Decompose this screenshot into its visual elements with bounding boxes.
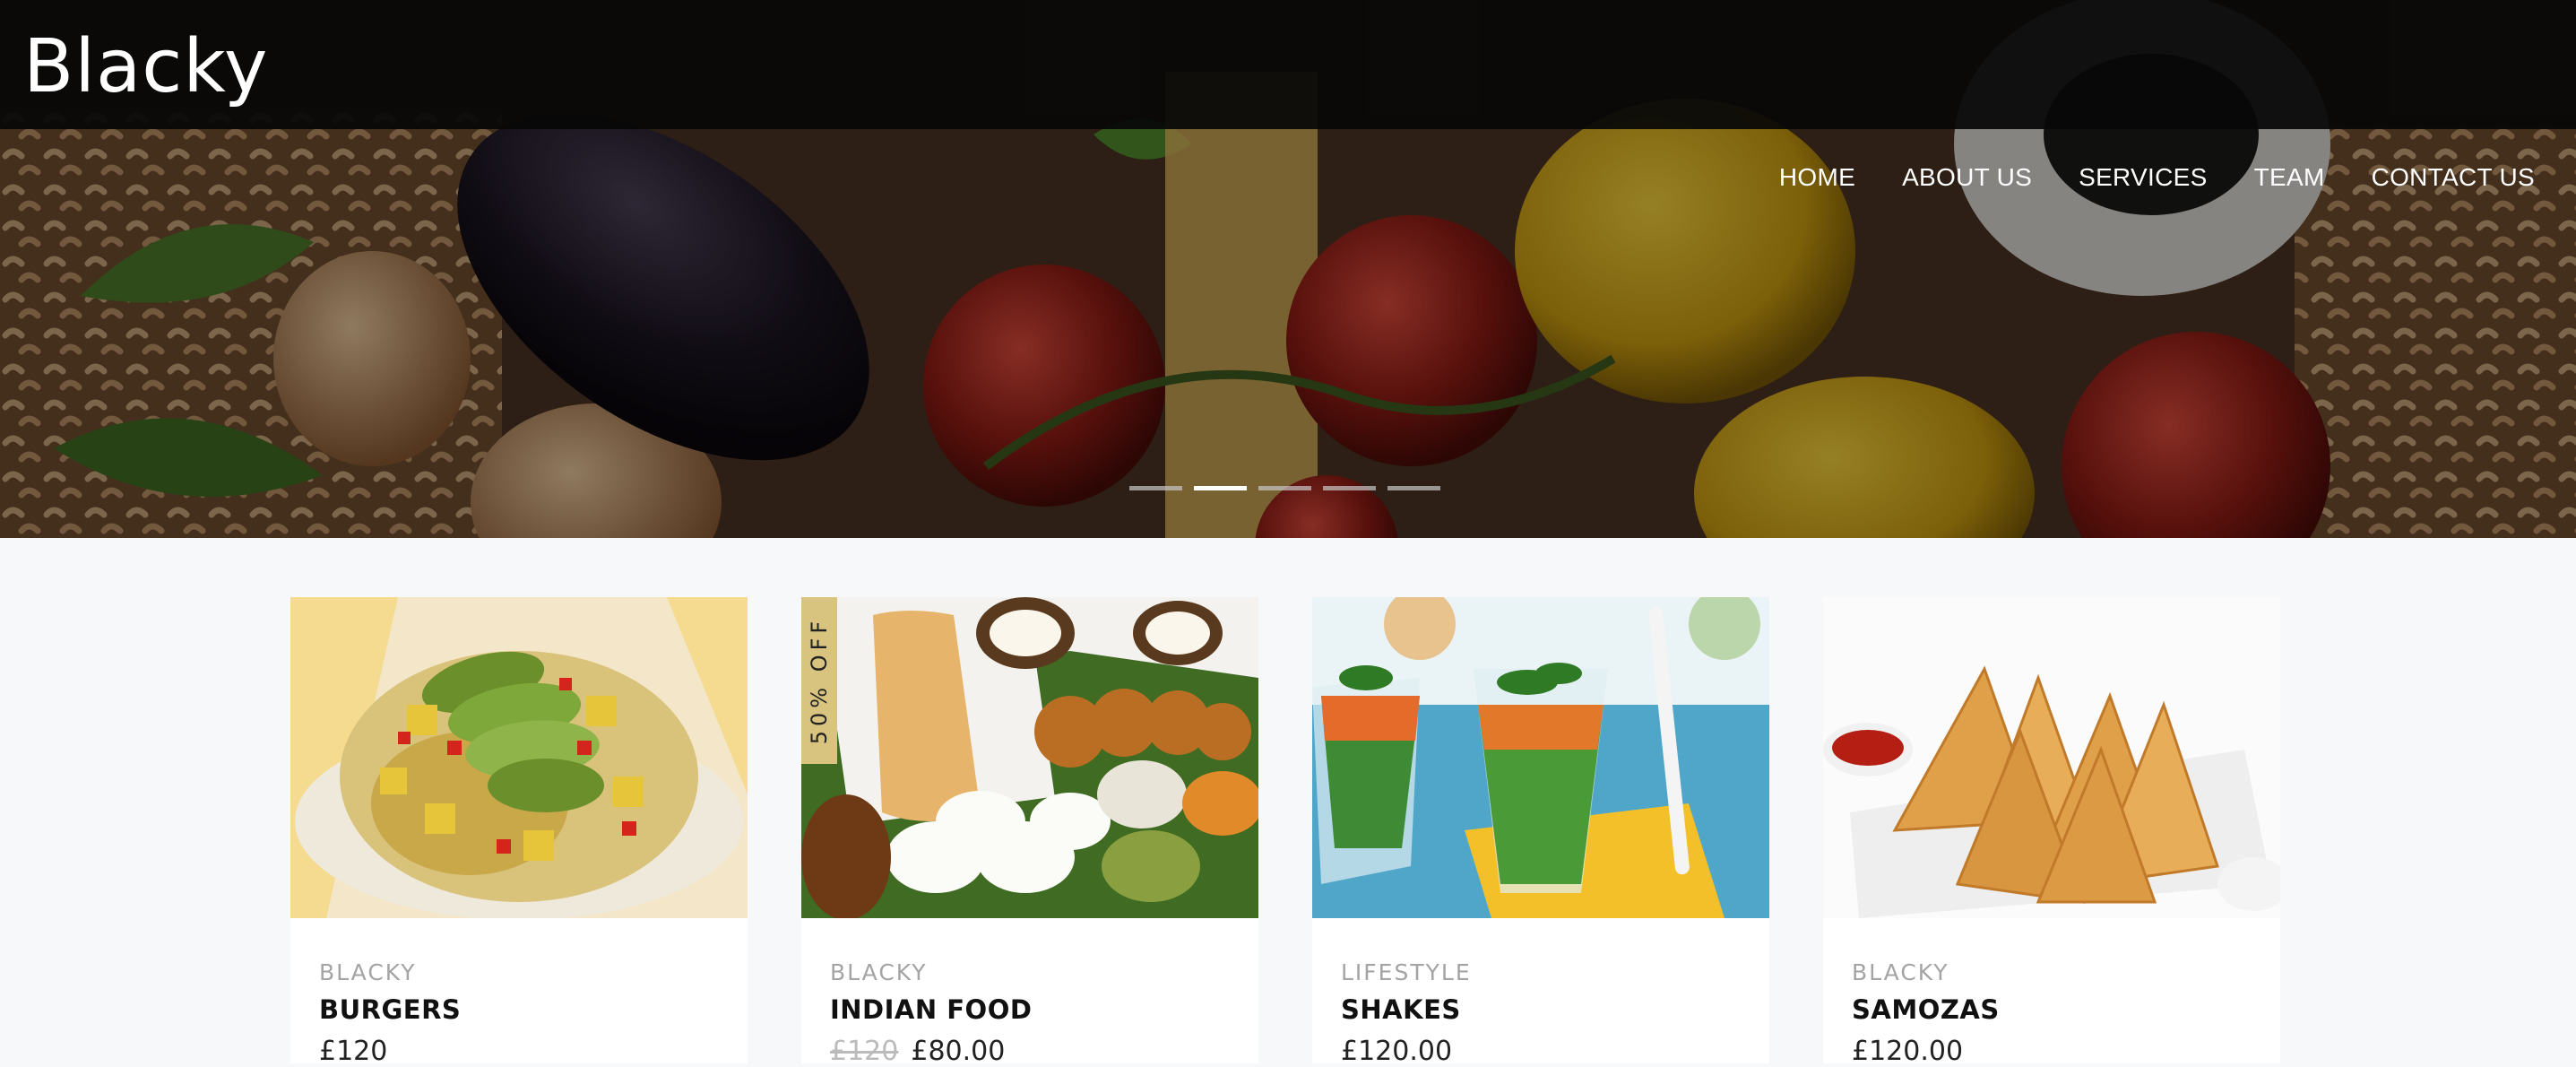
- card-price: £120.00: [1852, 1036, 2252, 1067]
- card-category: BLACKY: [830, 959, 928, 985]
- current-price: £80.00: [911, 1036, 1006, 1067]
- card-category: BLACKY: [319, 959, 417, 985]
- slider-dot-4[interactable]: [1323, 486, 1376, 490]
- card-price: £120 £80.00: [830, 1036, 1230, 1067]
- product-card-burgers[interactable]: BLACKY BURGERS £120: [290, 597, 748, 1067]
- current-price: £120.00: [1341, 1036, 1453, 1067]
- nav-services-link[interactable]: SERVICES: [2079, 163, 2208, 192]
- slider-dot-5[interactable]: [1387, 486, 1440, 490]
- current-price: £120.00: [1852, 1036, 1964, 1067]
- card-price: £120.00: [1341, 1036, 1741, 1067]
- card-category: LIFESTYLE: [1341, 959, 1472, 985]
- discount-badge-text: 50% OFF: [807, 616, 833, 745]
- product-card-shakes[interactable]: LIFESTYLE SHAKES £120.00: [1312, 597, 1769, 1067]
- card-title[interactable]: BURGERS: [319, 994, 719, 1025]
- nav-contact-us-link[interactable]: CONTACT US: [2372, 163, 2535, 192]
- card-title[interactable]: INDIAN FOOD: [830, 994, 1230, 1025]
- current-price: £120: [319, 1036, 388, 1067]
- card-category: BLACKY: [1852, 959, 1949, 985]
- main-nav: HOME ABOUT US SERVICES TEAM CONTACT US: [1779, 163, 2535, 192]
- slider-dot-2[interactable]: [1194, 486, 1247, 490]
- slider-dot-1[interactable]: [1129, 486, 1182, 490]
- product-card-samozas[interactable]: BLACKY SAMOZAS £120.00: [1823, 597, 2280, 1067]
- card-title[interactable]: SAMOZAS: [1852, 994, 2252, 1025]
- samozas-image[interactable]: [1823, 597, 2280, 918]
- nav-home-link[interactable]: HOME: [1779, 163, 1855, 192]
- site-logo[interactable]: Blacky: [23, 30, 268, 104]
- nav-team-link[interactable]: TEAM: [2254, 163, 2325, 192]
- shakes-image[interactable]: [1312, 597, 1769, 918]
- nav-about-us-link[interactable]: ABOUT US: [1902, 163, 2032, 192]
- old-price: £120: [830, 1036, 899, 1067]
- card-title[interactable]: SHAKES: [1341, 994, 1741, 1025]
- top-bar: Blacky: [0, 0, 2576, 129]
- discount-badge: 50% OFF: [801, 597, 837, 764]
- card-price: £120: [319, 1036, 719, 1067]
- burgers-image[interactable]: [290, 597, 748, 918]
- indian-food-image[interactable]: 50% OFF: [801, 597, 1258, 918]
- product-card-indian-food[interactable]: 50% OFF BLACKY INDIAN FOOD £120 £80.00: [801, 597, 1258, 1067]
- product-cards: BLACKY BURGERS £120 50% OFF BLACKY INDIA…: [290, 597, 2280, 1067]
- hero-banner: Blacky HOME ABOUT US SERVICES TEAM CONTA…: [0, 0, 2576, 538]
- slider-dot-3[interactable]: [1258, 486, 1311, 490]
- slider-indicators: [1129, 486, 1440, 490]
